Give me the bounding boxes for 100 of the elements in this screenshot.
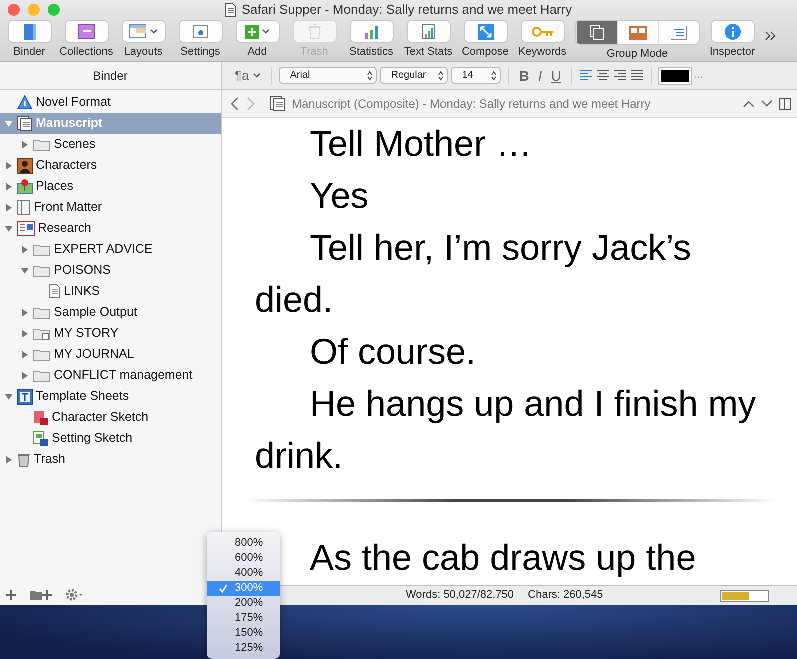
font-family-select[interactable]: Arial bbox=[279, 67, 378, 84]
toolbar-label: Collections bbox=[60, 45, 114, 60]
binder-item[interactable]: MY JOURNAL bbox=[0, 344, 221, 365]
zoom-menu-item[interactable]: 150% bbox=[207, 626, 280, 641]
template-sheet-icon bbox=[33, 430, 49, 446]
expanded-triangle-icon[interactable] bbox=[4, 392, 14, 402]
binder-item-label: MY STORY bbox=[54, 325, 119, 342]
toolbar-button[interactable] bbox=[406, 20, 450, 43]
binder-item[interactable]: CONFLICT management bbox=[0, 365, 221, 386]
align-justify-icon[interactable] bbox=[630, 69, 644, 82]
font-size-select[interactable]: 14 bbox=[451, 67, 502, 84]
zoom-menu-item[interactable]: 200% bbox=[207, 596, 280, 611]
collapsed-triangle-icon[interactable] bbox=[20, 370, 30, 380]
binder-item[interactable]: Template Sheets bbox=[0, 386, 221, 407]
binder-item-label: LINKS bbox=[64, 283, 100, 300]
character-count: Chars: 260,545 bbox=[528, 588, 604, 604]
add-folder-icon[interactable] bbox=[30, 590, 52, 600]
paragraph-style-menu[interactable]: ¶a bbox=[232, 69, 264, 82]
binder-item[interactable]: Character Sketch bbox=[0, 407, 221, 428]
binder-item[interactable]: Trash bbox=[0, 449, 221, 470]
binder-item-label: Setting Sketch bbox=[52, 430, 133, 448]
stacked-pages-icon bbox=[270, 96, 286, 112]
binder-item[interactable]: Front Matter bbox=[0, 197, 221, 218]
toolbar-button[interactable] bbox=[178, 20, 222, 43]
collapsed-triangle-icon[interactable] bbox=[20, 140, 30, 150]
binder-item[interactable]: Sample Output bbox=[0, 302, 221, 323]
box-icon bbox=[78, 24, 96, 40]
toolbar-button[interactable] bbox=[122, 20, 166, 43]
binder-item[interactable]: Scenes bbox=[0, 134, 221, 155]
window-close-button[interactable] bbox=[8, 4, 20, 16]
binder-item[interactable]: Places bbox=[0, 176, 221, 197]
expanded-triangle-icon[interactable] bbox=[4, 118, 14, 128]
binder-item[interactable]: LINKS bbox=[0, 281, 221, 302]
updown-icon bbox=[367, 70, 374, 80]
bar-chart-icon bbox=[364, 24, 380, 38]
underline-button[interactable]: U bbox=[548, 68, 564, 82]
view-mode-button[interactable] bbox=[617, 21, 658, 44]
toolbar-label: Keywords bbox=[518, 45, 567, 60]
zoom-menu-item[interactable]: 175% bbox=[207, 611, 280, 626]
binder-item[interactable]: Setting Sketch bbox=[0, 428, 221, 449]
collapsed-triangle-icon[interactable] bbox=[4, 454, 14, 464]
toolbar-button[interactable] bbox=[710, 20, 754, 43]
binder-item-label: EXPERT ADVICE bbox=[54, 241, 153, 258]
pages-icon bbox=[589, 24, 605, 40]
italic-button[interactable]: I bbox=[535, 68, 546, 82]
toolbar-button[interactable] bbox=[464, 20, 508, 43]
checkmark-icon bbox=[218, 584, 228, 593]
bold-button[interactable]: B bbox=[516, 68, 532, 82]
collapsed-triangle-icon[interactable] bbox=[20, 350, 30, 360]
binder-item-label: Trash bbox=[34, 451, 66, 468]
plus-icon bbox=[245, 24, 259, 38]
zoom-menu-item[interactable]: 800% bbox=[207, 536, 280, 551]
overflow-chevron-icon[interactable] bbox=[765, 30, 777, 41]
view-mode-button[interactable] bbox=[658, 21, 699, 44]
expanded-triangle-icon[interactable] bbox=[20, 266, 30, 276]
toolbar-label: Compose bbox=[462, 45, 510, 60]
collapsed-triangle-icon[interactable] bbox=[20, 308, 30, 318]
word-count: Words: 50,027/82,750 bbox=[406, 588, 514, 604]
split-view-icon[interactable] bbox=[779, 98, 791, 110]
binder-item-label: Places bbox=[36, 178, 74, 196]
binder-item[interactable]: Novel Format bbox=[0, 92, 221, 113]
view-mode-button[interactable] bbox=[576, 21, 617, 44]
align-center-icon[interactable] bbox=[596, 69, 610, 82]
notebook-icon bbox=[22, 22, 36, 40]
align-right-icon[interactable] bbox=[613, 69, 628, 82]
document-chart-icon bbox=[422, 24, 436, 40]
toolbar-button[interactable] bbox=[8, 20, 52, 43]
expanded-triangle-icon[interactable] bbox=[4, 224, 14, 234]
toolbar-button[interactable] bbox=[236, 20, 280, 43]
folder-icon bbox=[33, 326, 51, 340]
text-color-well[interactable] bbox=[659, 68, 692, 84]
zoom-menu-item[interactable]: 600% bbox=[207, 551, 280, 566]
corkboard-icon bbox=[629, 26, 647, 40]
add-icon[interactable] bbox=[6, 590, 16, 600]
toolbar-button[interactable] bbox=[64, 20, 108, 43]
typeface-select[interactable]: Regular bbox=[380, 67, 448, 84]
binder-item-label: Template Sheets bbox=[36, 388, 130, 406]
binder-item[interactable]: Research bbox=[0, 218, 221, 239]
binder-item[interactable]: POISONS bbox=[0, 260, 221, 281]
caret-icon bbox=[253, 72, 262, 78]
zoom-menu-item[interactable]: 125% bbox=[207, 641, 280, 656]
back-icon[interactable] bbox=[230, 96, 240, 110]
manuscript-paragraph: Of course. bbox=[309, 330, 478, 374]
toolbar-button[interactable] bbox=[350, 20, 394, 43]
align-left-icon[interactable] bbox=[579, 69, 594, 82]
collapsed-triangle-icon[interactable] bbox=[4, 160, 14, 170]
binder-item[interactable]: MY STORY bbox=[0, 323, 221, 344]
folder-icon bbox=[33, 242, 51, 256]
collapsed-triangle-icon[interactable] bbox=[4, 202, 14, 212]
zoom-menu-item[interactable]: 400% bbox=[207, 566, 280, 581]
binder-item[interactable]: EXPERT ADVICE bbox=[0, 239, 221, 260]
binder-item-label: Novel Format bbox=[36, 94, 112, 112]
binder-item-label: Character Sketch bbox=[52, 409, 149, 426]
binder-item-label: Characters bbox=[36, 157, 98, 174]
collapsed-triangle-icon[interactable] bbox=[20, 328, 30, 338]
binder-item-label: Sample Output bbox=[54, 304, 138, 322]
collapsed-triangle-icon[interactable] bbox=[4, 182, 14, 192]
collapsed-triangle-icon[interactable] bbox=[20, 244, 30, 254]
outline-icon bbox=[671, 26, 687, 40]
binder-item[interactable]: Characters bbox=[0, 155, 221, 176]
